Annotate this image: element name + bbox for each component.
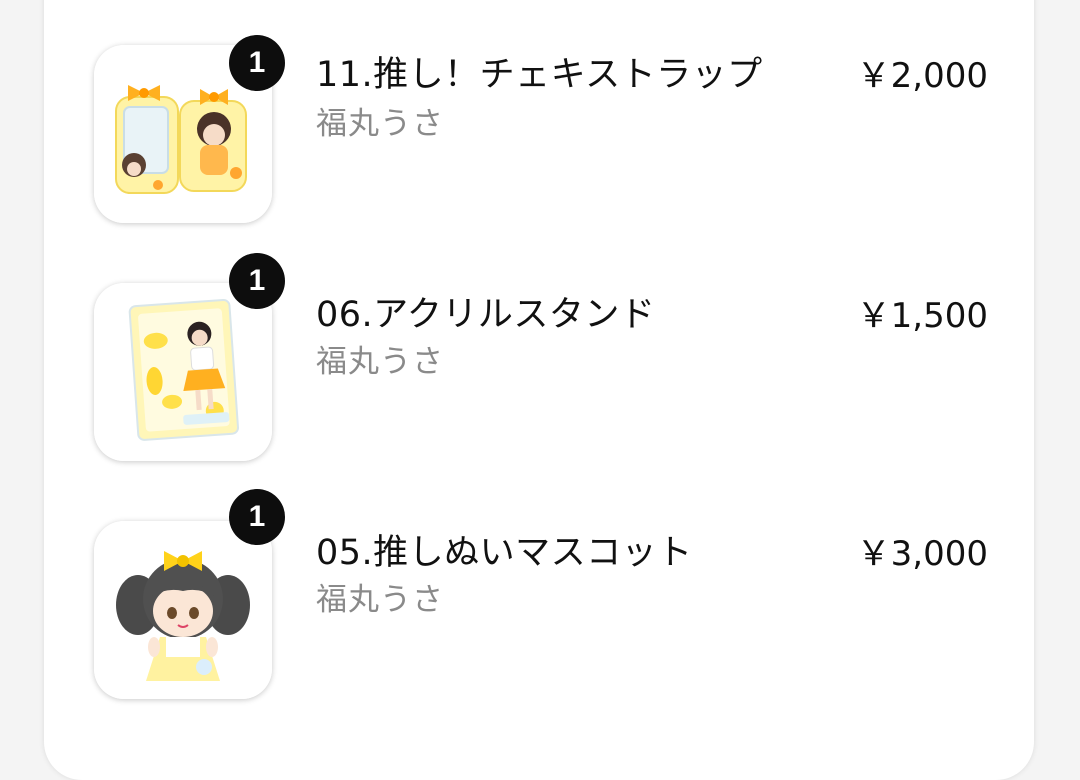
quantity-badge: 1 bbox=[229, 253, 285, 309]
product-name: 06.アクリルスタンド bbox=[316, 295, 656, 335]
quantity-badge: 1 bbox=[229, 489, 285, 545]
product-name: 05.推しぬいマスコット bbox=[316, 533, 693, 573]
cart-item[interactable]: 1 05.推しぬいマスコット 福丸うさ ￥3,000 bbox=[44, 489, 1034, 718]
artist-name: 福丸うさ bbox=[316, 582, 444, 618]
cart-item[interactable]: 1 06.アクリルスタンド 福丸うさ ￥1,500 bbox=[44, 253, 1034, 480]
cart-items-card: 1 11.推し！チェキストラップ 福丸うさ ￥2,000 1 06.アクリルスタ… bbox=[44, 0, 1034, 780]
product-price: ￥2,000 bbox=[856, 56, 988, 96]
product-name: 11.推し！チェキストラップ bbox=[316, 55, 763, 95]
quantity-badge: 1 bbox=[229, 35, 285, 91]
artist-name: 福丸うさ bbox=[316, 106, 444, 142]
cart-item[interactable]: 1 11.推し！チェキストラップ 福丸うさ ￥2,000 bbox=[44, 35, 1034, 240]
artist-name: 福丸うさ bbox=[316, 344, 444, 380]
product-price: ￥3,000 bbox=[856, 534, 988, 574]
acrylic-stand-product-image[interactable] bbox=[94, 283, 272, 461]
product-price: ￥1,500 bbox=[856, 296, 988, 336]
plush-mascot-product-image[interactable] bbox=[94, 521, 272, 699]
